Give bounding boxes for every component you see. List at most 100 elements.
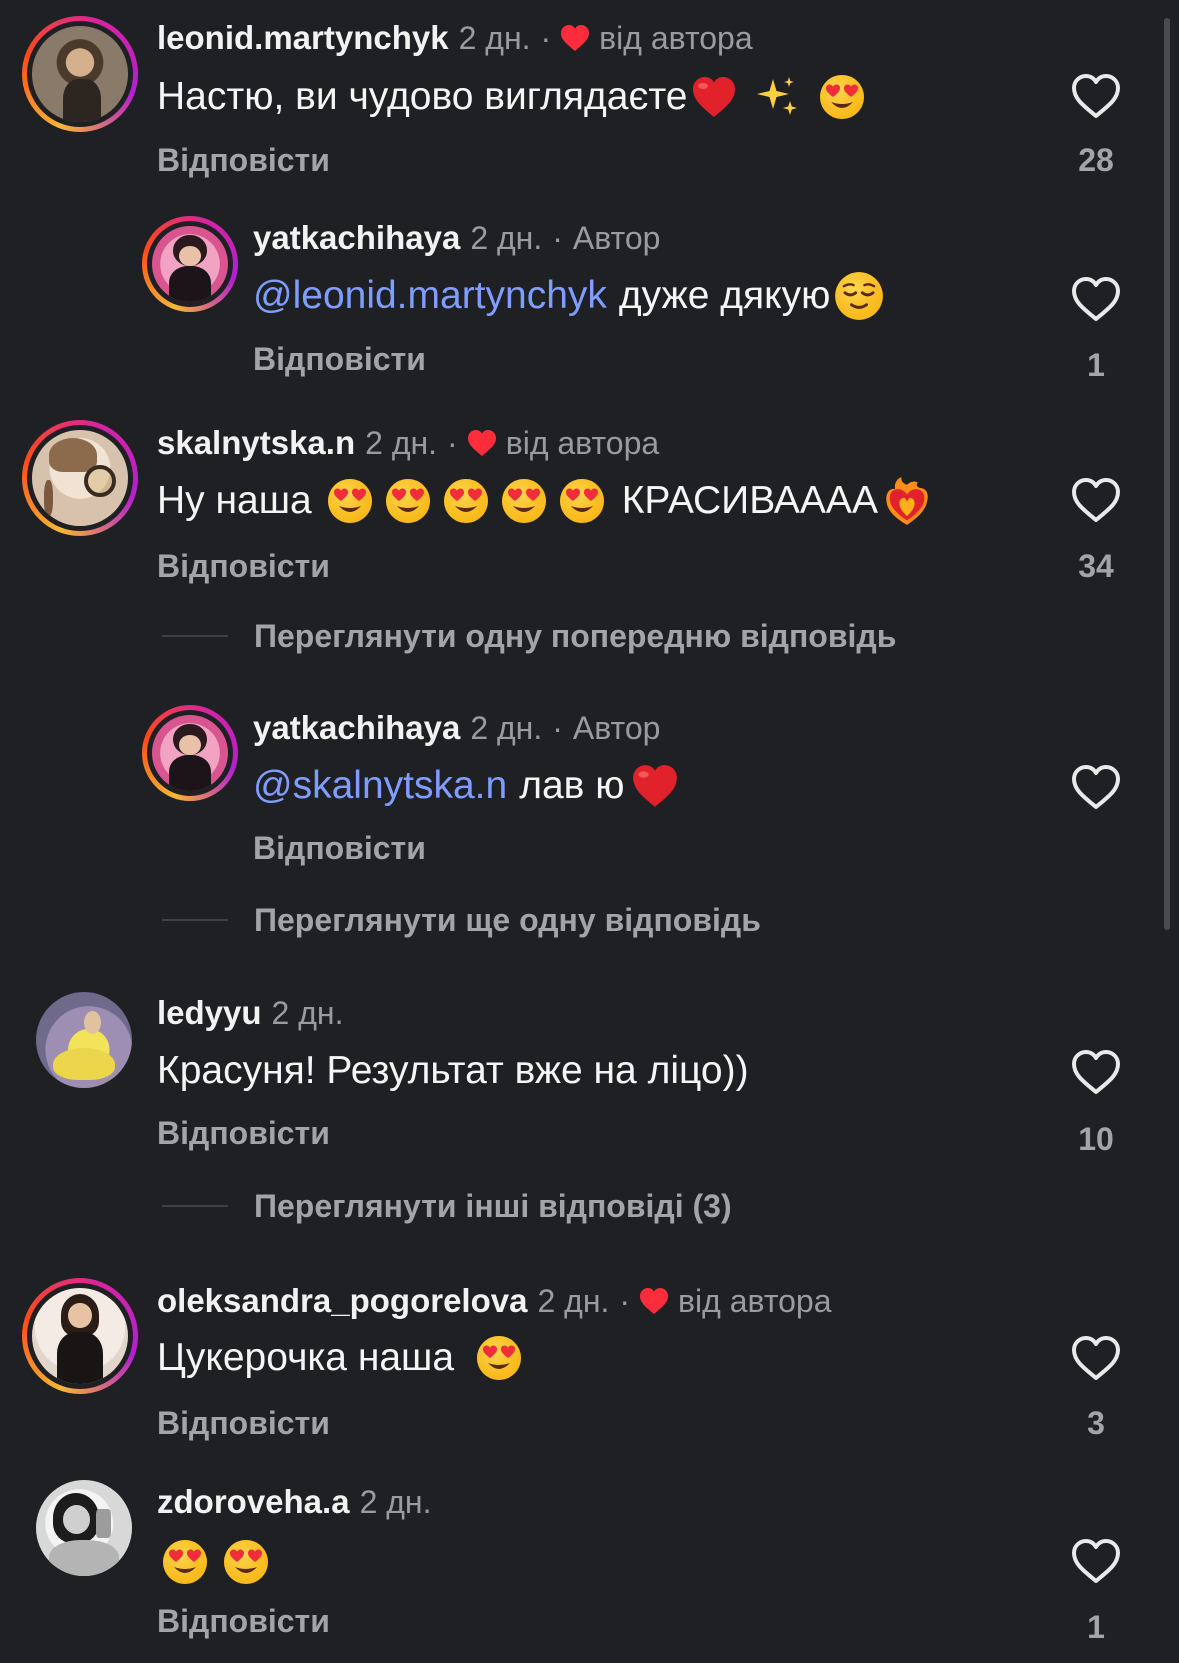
comment-header: leonid.martynchyk 2 дн. · від автора: [157, 16, 753, 60]
separator: ·: [540, 19, 552, 56]
reply-button[interactable]: Відповісти: [157, 142, 330, 179]
heart-eyes-emoji: [326, 477, 374, 525]
like-count[interactable]: 1: [1051, 1609, 1141, 1646]
comment-text: Красуня! Результат вже на ліцо)): [157, 1043, 749, 1099]
comment-item: leonid.martynchyk 2 дн. · від автора Нас…: [0, 0, 1179, 190]
heart-filled-icon: [466, 428, 498, 458]
comment-time: 2 дн.: [537, 1282, 610, 1319]
heart-eyes-emoji: [161, 1538, 209, 1586]
author-label: Автор: [572, 709, 661, 746]
comment-body-end: КРАСИВАААА: [621, 479, 878, 522]
comment-header: ledyyu 2 дн.: [157, 991, 343, 1035]
heart-outline-icon[interactable]: [1070, 275, 1122, 323]
heart-eyes-emoji: [818, 73, 866, 121]
reply-button[interactable]: Відповісти: [157, 1115, 330, 1152]
comment-body: Красуня! Результат вже на ліцо)): [157, 1049, 749, 1092]
comment-body: лав ю: [519, 764, 625, 807]
comment-text: Настю, ви чудово виглядаєте: [157, 70, 869, 124]
comment-body-start: Ну наша: [157, 479, 312, 522]
separator: ·: [552, 709, 563, 746]
heart-on-fire-emoji: [881, 475, 933, 527]
view-replies-label[interactable]: Переглянути одну попередню відповідь: [254, 618, 896, 655]
comments-screen: leonid.martynchyk 2 дн. · від автора Нас…: [0, 0, 1179, 1663]
comment-text: [157, 1534, 273, 1590]
avatar[interactable]: [22, 16, 138, 132]
username[interactable]: leonid.martynchyk: [157, 19, 449, 57]
view-previous-replies[interactable]: Переглянути одну попередню відповідь: [162, 616, 896, 656]
mention-link[interactable]: @skalnytska.n: [253, 764, 507, 808]
heart-outline-icon[interactable]: [1070, 1334, 1122, 1382]
comment-header: skalnytska.n 2 дн. · від автора: [157, 421, 659, 465]
view-replies-label[interactable]: Переглянути інші відповіді (3): [254, 1188, 732, 1225]
author-label: Автор: [572, 219, 661, 256]
username[interactable]: oleksandra_pogorelova: [157, 1282, 527, 1320]
like-count[interactable]: 1: [1051, 347, 1141, 384]
heart-eyes-emoji: [384, 477, 432, 525]
view-replies-label[interactable]: Переглянути ще одну відповідь: [254, 902, 761, 939]
heart-outline-icon[interactable]: [1070, 72, 1122, 120]
reply-button[interactable]: Відповісти: [253, 341, 426, 378]
username[interactable]: yatkachihaya: [253, 709, 460, 747]
comment-header: zdoroveha.a 2 дн.: [157, 1480, 431, 1524]
relieved-face-emoji: [833, 270, 885, 322]
divider: [162, 919, 228, 921]
comment-header: yatkachihaya 2 дн. · Автор: [253, 216, 660, 260]
like-count[interactable]: 3: [1051, 1405, 1141, 1442]
like-count[interactable]: 28: [1051, 142, 1141, 179]
avatar[interactable]: [36, 1480, 132, 1576]
username[interactable]: skalnytska.n: [157, 424, 355, 462]
avatar[interactable]: [142, 216, 238, 312]
reply-button[interactable]: Відповісти: [157, 1603, 330, 1640]
divider: [162, 635, 228, 637]
username[interactable]: yatkachihaya: [253, 219, 460, 257]
red-heart-emoji: [630, 761, 680, 811]
author-liked-label: від автора: [599, 19, 753, 56]
avatar[interactable]: [142, 705, 238, 801]
username[interactable]: ledyyu: [157, 994, 262, 1032]
heart-outline-icon[interactable]: [1070, 1537, 1122, 1585]
comment-header: yatkachihaya 2 дн. · Автор: [253, 706, 660, 750]
avatar[interactable]: [36, 992, 132, 1088]
heart-outline-icon[interactable]: [1070, 1048, 1122, 1096]
comment-body: Настю, ви чудово виглядаєте: [157, 75, 688, 118]
author-liked-label: від автора: [678, 1282, 832, 1319]
like-count[interactable]: 34: [1051, 548, 1141, 585]
mention-link[interactable]: @leonid.martynchyk: [253, 274, 607, 318]
heart-eyes-emoji: [500, 477, 548, 525]
avatar[interactable]: [22, 420, 138, 536]
reply-button[interactable]: Відповісти: [253, 830, 426, 867]
view-other-replies[interactable]: Переглянути інші відповіді (3): [162, 1186, 732, 1226]
comment-time: 2 дн.: [470, 709, 543, 746]
comment-time: 2 дн.: [359, 1483, 432, 1520]
heart-eyes-emoji: [222, 1538, 270, 1586]
separator: ·: [619, 1282, 631, 1319]
separator: ·: [552, 219, 563, 256]
heart-outline-icon[interactable]: [1070, 476, 1122, 524]
divider: [162, 1205, 228, 1207]
comment-text: Ну наша КРАСИВАААА: [157, 473, 936, 529]
heart-outline-icon[interactable]: [1070, 763, 1122, 811]
author-liked-label: від автора: [505, 424, 660, 461]
avatar[interactable]: [22, 1278, 138, 1394]
comment-body: дуже дякую: [618, 274, 831, 317]
heart-filled-icon: [559, 23, 591, 53]
comment-body: Цукерочка наша: [157, 1336, 455, 1379]
separator: ·: [447, 424, 458, 461]
comment-header: oleksandra_pogorelova 2 дн. · від автора: [157, 1279, 832, 1323]
heart-eyes-emoji: [475, 1334, 523, 1382]
view-more-replies[interactable]: Переглянути ще одну відповідь: [162, 900, 761, 940]
comment-time: 2 дн.: [458, 19, 531, 56]
red-heart-emoji: [690, 73, 738, 121]
heart-eyes-emoji: [558, 477, 606, 525]
reply-button[interactable]: Відповісти: [157, 1405, 330, 1442]
comment-time: 2 дн.: [470, 219, 543, 256]
comment-text: @leonid.martynchyk дуже дякую: [253, 268, 888, 324]
comment-time: 2 дн.: [271, 994, 344, 1031]
like-count[interactable]: 10: [1051, 1121, 1141, 1158]
heart-eyes-emoji: [442, 477, 490, 525]
username[interactable]: zdoroveha.a: [157, 1483, 350, 1521]
sparkles-emoji: [753, 73, 801, 121]
comment-text: Цукерочка наша: [157, 1330, 526, 1386]
comment-time: 2 дн.: [365, 424, 438, 461]
reply-button[interactable]: Відповісти: [157, 548, 330, 585]
